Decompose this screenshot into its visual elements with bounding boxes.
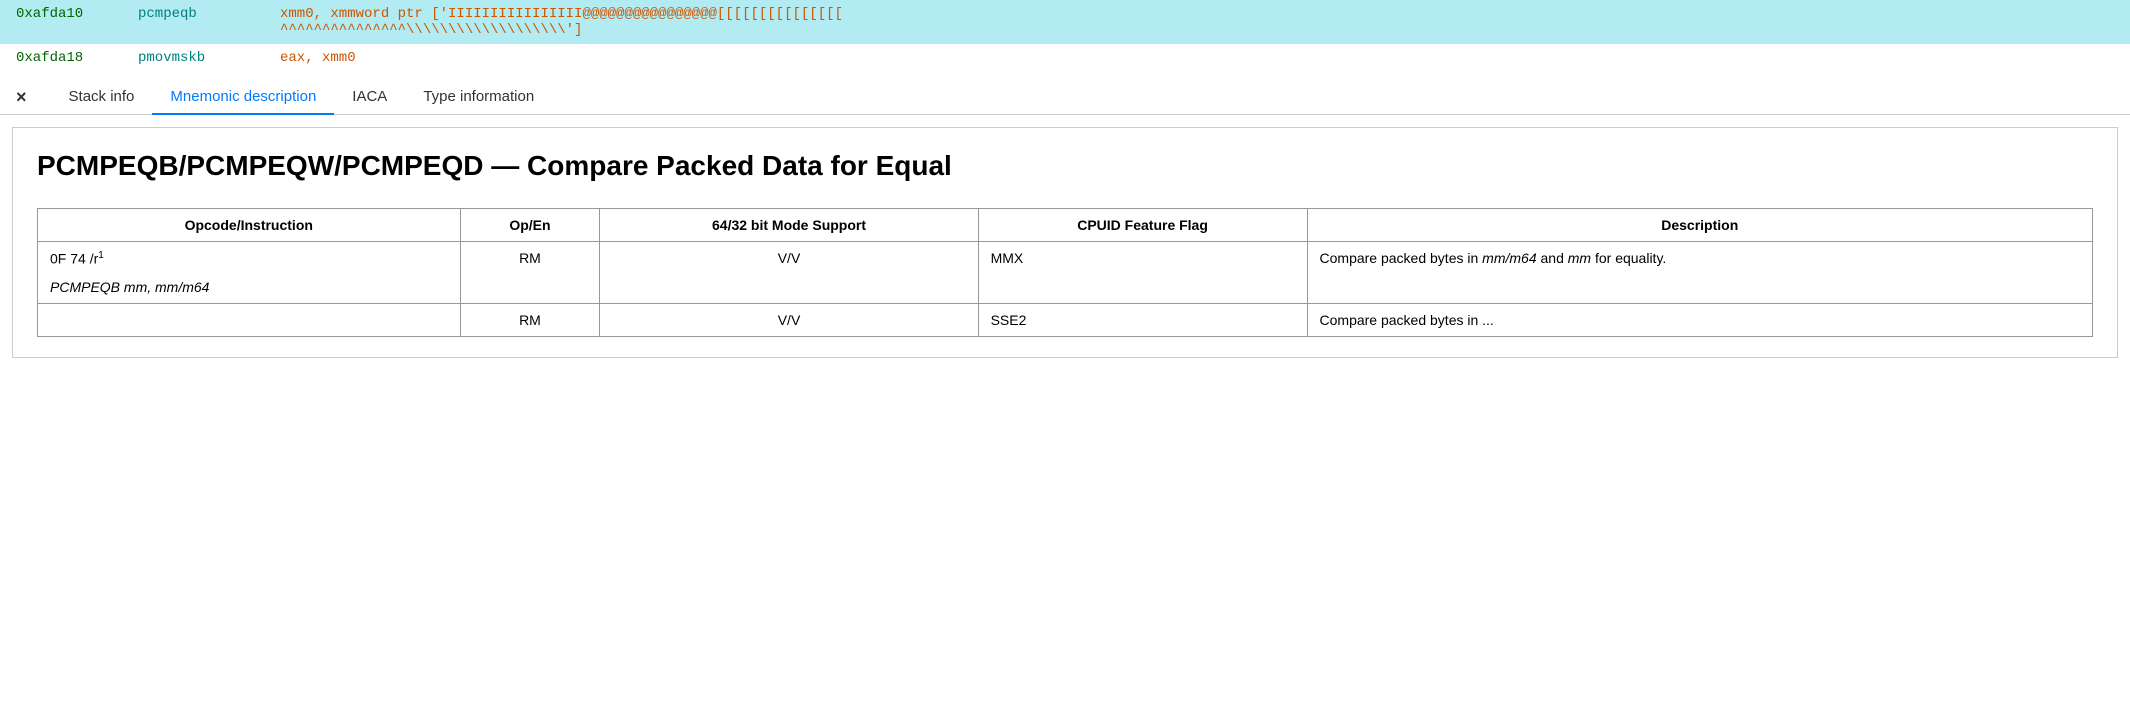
- close-button[interactable]: ×: [8, 84, 35, 110]
- asm-row-selected[interactable]: 0xafda10 pcmpeqb xmm0, xmmword ptr ['III…: [0, 0, 2130, 44]
- asm-operands-2: eax, xmm0: [280, 50, 2114, 66]
- cell-open-1: RM: [460, 242, 600, 304]
- tab-iaca[interactable]: IACA: [334, 80, 405, 115]
- cell-mode-1: V/V: [600, 242, 978, 304]
- col-header-mode: 64/32 bit Mode Support: [600, 209, 978, 242]
- tab-stack-info[interactable]: Stack info: [51, 80, 153, 115]
- cell-cpuid-2: SSE2: [978, 304, 1307, 337]
- cell-opcode-2: [38, 304, 461, 337]
- col-header-opcode: Opcode/Instruction: [38, 209, 461, 242]
- cell-open-2: RM: [460, 304, 600, 337]
- opcode-value-1: 0F 74 /r1: [50, 250, 448, 267]
- asm-addr-1: 0xafda10: [16, 6, 106, 22]
- cell-desc-1: Compare packed bytes in mm/m64 and mm fo…: [1307, 242, 2092, 304]
- cell-mode-2: V/V: [600, 304, 978, 337]
- col-header-cpuid: CPUID Feature Flag: [978, 209, 1307, 242]
- cell-desc-2: Compare packed bytes in ...: [1307, 304, 2092, 337]
- asm-row-2[interactable]: 0xafda18 pmovmskb eax, xmm0: [0, 44, 2130, 72]
- instruction-table: Opcode/Instruction Op/En 64/32 bit Mode …: [37, 208, 2093, 337]
- table-row-2: RM V/V SSE2 Compare packed bytes in ...: [38, 304, 2093, 337]
- content-area: PCMPEQB/PCMPEQW/PCMPEQD — Compare Packed…: [12, 127, 2118, 358]
- tab-bar: × Stack info Mnemonic description IACA T…: [0, 72, 2130, 115]
- cell-opcode-1: 0F 74 /r1 PCMPEQB mm, mm/m64: [38, 242, 461, 304]
- instruction-value-1: PCMPEQB mm, mm/m64: [50, 279, 448, 295]
- tab-mnemonic-description[interactable]: Mnemonic description: [152, 80, 334, 115]
- doc-title: PCMPEQB/PCMPEQW/PCMPEQD — Compare Packed…: [37, 148, 2093, 184]
- col-header-desc: Description: [1307, 209, 2092, 242]
- asm-mnemonic-1: pcmpeqb: [138, 6, 248, 22]
- asm-addr-2: 0xafda18: [16, 50, 106, 66]
- col-header-open: Op/En: [460, 209, 600, 242]
- table-row-1: 0F 74 /r1 PCMPEQB mm, mm/m64 RM V/V MMX …: [38, 242, 2093, 304]
- asm-mnemonic-2: pmovmskb: [138, 50, 248, 66]
- asm-area: 0xafda10 pcmpeqb xmm0, xmmword ptr ['III…: [0, 0, 2130, 72]
- tab-type-information[interactable]: Type information: [405, 80, 552, 115]
- asm-operands-1: xmm0, xmmword ptr ['IIIIIIIIIIIIIIII@@@@…: [280, 6, 2114, 38]
- cell-cpuid-1: MMX: [978, 242, 1307, 304]
